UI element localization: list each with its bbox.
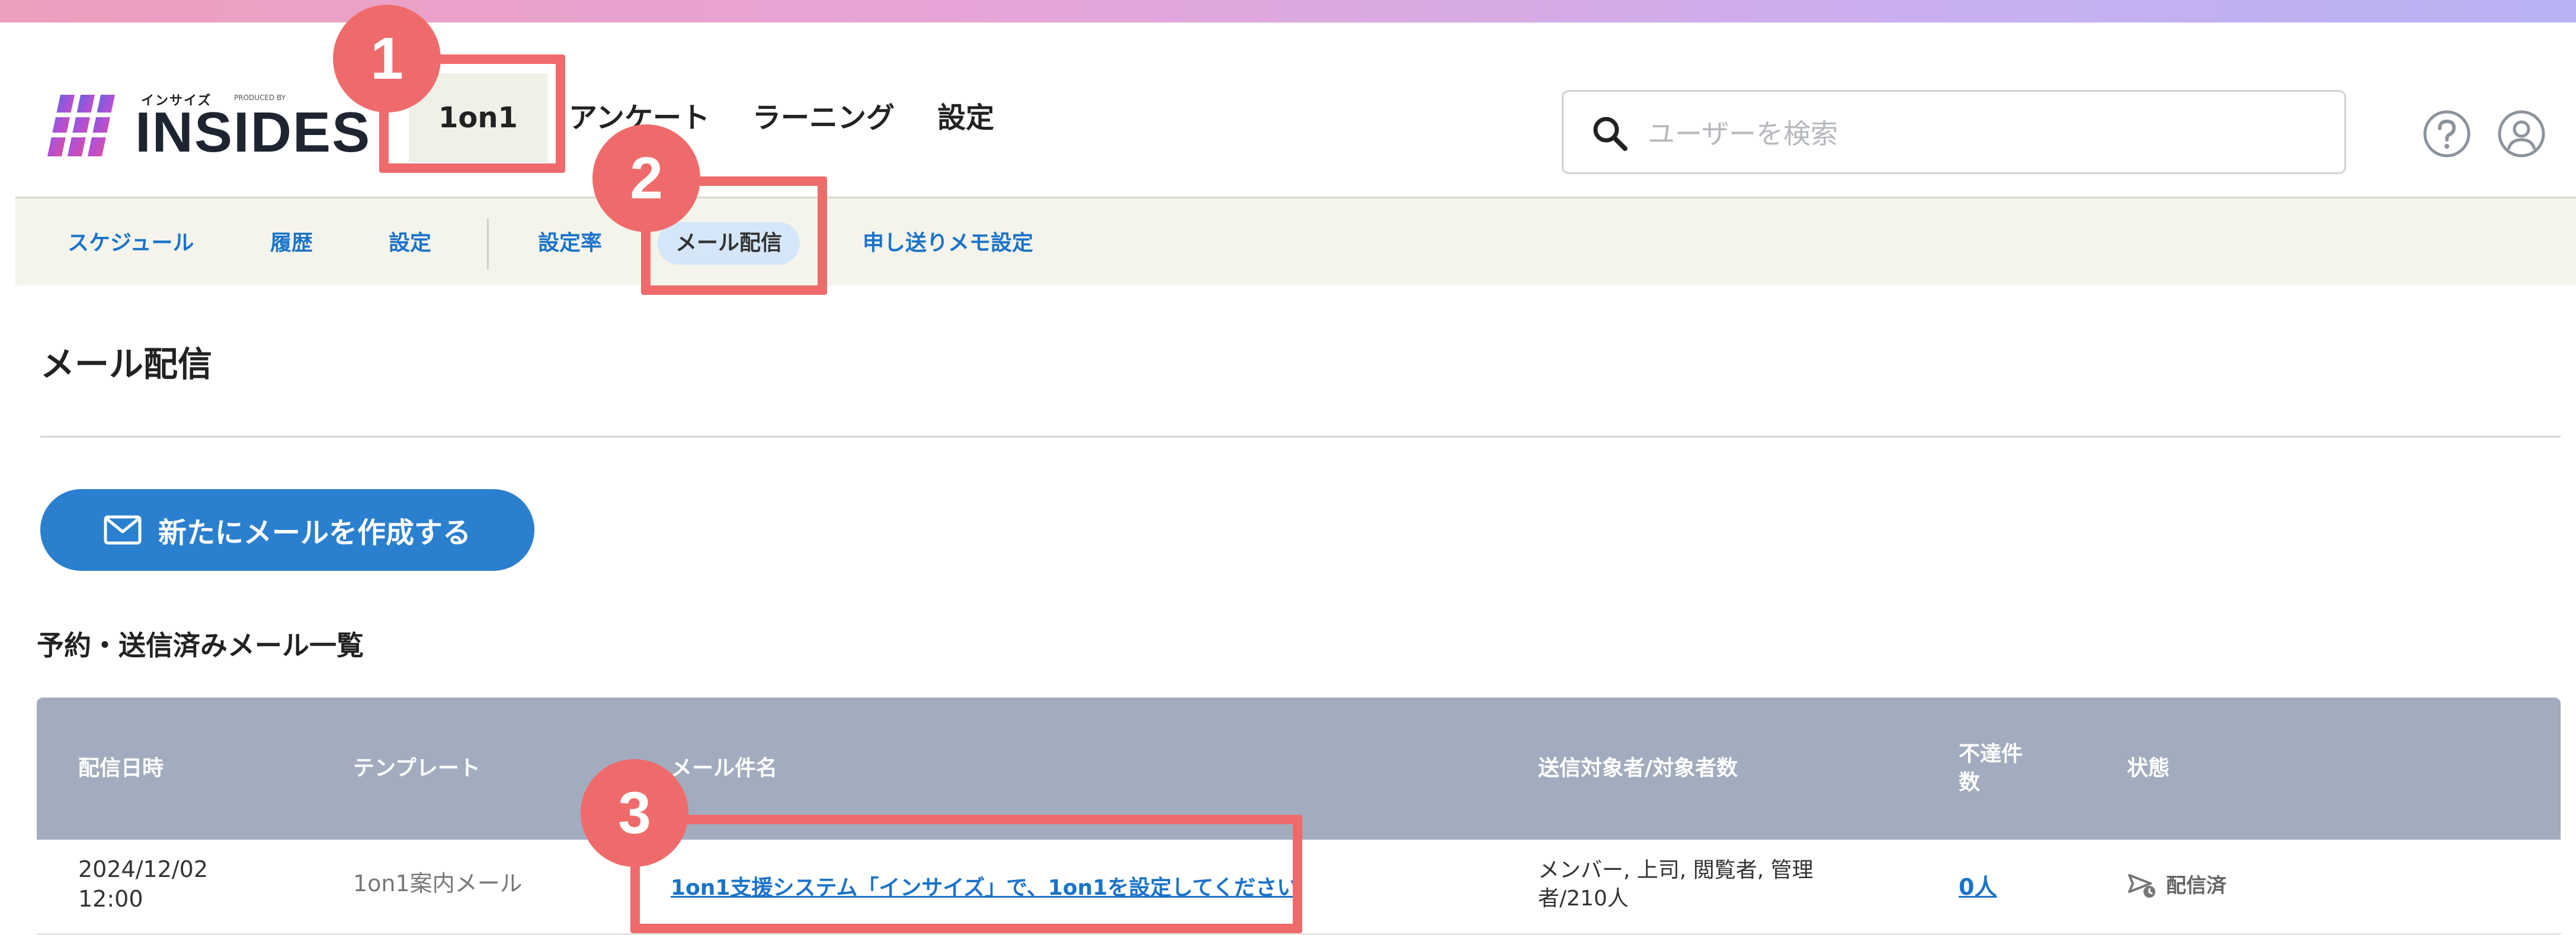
subnav-item-history[interactable]: 履歴 xyxy=(270,222,313,265)
mail-list-heading: 予約・送信済みメール一覧 xyxy=(37,629,364,661)
mail-table: 配信日時 テンプレート メール件名 送信対象者/対象者数 不達件数 状態 202… xyxy=(37,698,2561,935)
create-mail-button[interactable]: 新たにメールを作成する xyxy=(40,489,534,571)
annotation-badge-1: 1 xyxy=(333,5,441,113)
row-subject-link[interactable]: 1on1支援システム「インサイズ」で、1on1を設定してください xyxy=(671,874,1298,902)
subnav-item-schedule[interactable]: スケジュール xyxy=(68,222,194,265)
column-header-date: 配信日時 xyxy=(78,756,164,780)
subnav-item-mail-delivery[interactable]: メール配信 xyxy=(658,222,800,265)
subnav-divider xyxy=(487,219,489,269)
mail-icon xyxy=(104,515,142,545)
row-status-label: 配信済 xyxy=(2166,874,2226,898)
logo-mark-icon xyxy=(47,95,124,156)
annotation-badge-2: 2 xyxy=(592,124,700,232)
page-title: メール配信 xyxy=(40,344,213,384)
subnav-item-handover-memo-settings[interactable]: 申し送りメモ設定 xyxy=(863,222,1033,265)
insides-logo[interactable]: インサイズ PRODUCED BY INSIDES xyxy=(47,73,370,162)
nav-item-settings[interactable]: 設定 xyxy=(916,73,1015,162)
subnav-item-settings[interactable]: 設定 xyxy=(389,222,431,265)
user-search-box[interactable] xyxy=(1562,90,2346,174)
subnav-item-setting-rate[interactable]: 設定率 xyxy=(538,222,602,265)
column-header-subject: メール件名 xyxy=(671,756,778,780)
main-nav: 1on1 アンケート ラーニング 設定 xyxy=(409,73,1015,162)
row-undelivered-link[interactable]: 0人 xyxy=(1959,873,1997,901)
annotation-badge-3: 3 xyxy=(581,759,688,867)
table-row: 2024/12/02 12:00 1on1案内メール 1on1支援システム「イン… xyxy=(37,840,2561,935)
user-account-icon[interactable] xyxy=(2497,109,2546,159)
row-status: 配信済 xyxy=(2127,872,2226,900)
title-divider xyxy=(40,436,2561,438)
logo-wordmark: INSIDES xyxy=(135,101,371,164)
sub-nav: スケジュール 履歴 設定 設定率 メール配信 申し送りメモ設定 xyxy=(15,197,2576,285)
row-recipients-line1: メンバー, 上司, 閲覧者, 管理 xyxy=(1538,858,1814,882)
help-circle-icon[interactable] xyxy=(2422,109,2472,159)
column-header-status: 状態 xyxy=(2127,756,2170,780)
sent-status-icon xyxy=(2128,874,2155,898)
user-search-input[interactable] xyxy=(1646,104,2324,164)
column-header-undelivered: 不達件数 xyxy=(1959,742,2023,795)
table-header: 配信日時 テンプレート メール件名 送信対象者/対象者数 不達件数 状態 xyxy=(37,698,2561,840)
create-mail-button-label: 新たにメールを作成する xyxy=(158,516,471,550)
row-date: 2024/12/02 xyxy=(78,856,209,882)
row-template: 1on1案内メール xyxy=(353,870,523,897)
search-icon xyxy=(1593,117,1627,151)
column-header-template: テンプレート xyxy=(353,756,480,780)
row-recipients-line2: 者/210人 xyxy=(1538,886,1629,911)
column-header-recipients: 送信対象者/対象者数 xyxy=(1538,756,1738,780)
row-time: 12:00 xyxy=(78,886,143,912)
nav-item-learning[interactable]: ラーニング xyxy=(731,73,916,162)
